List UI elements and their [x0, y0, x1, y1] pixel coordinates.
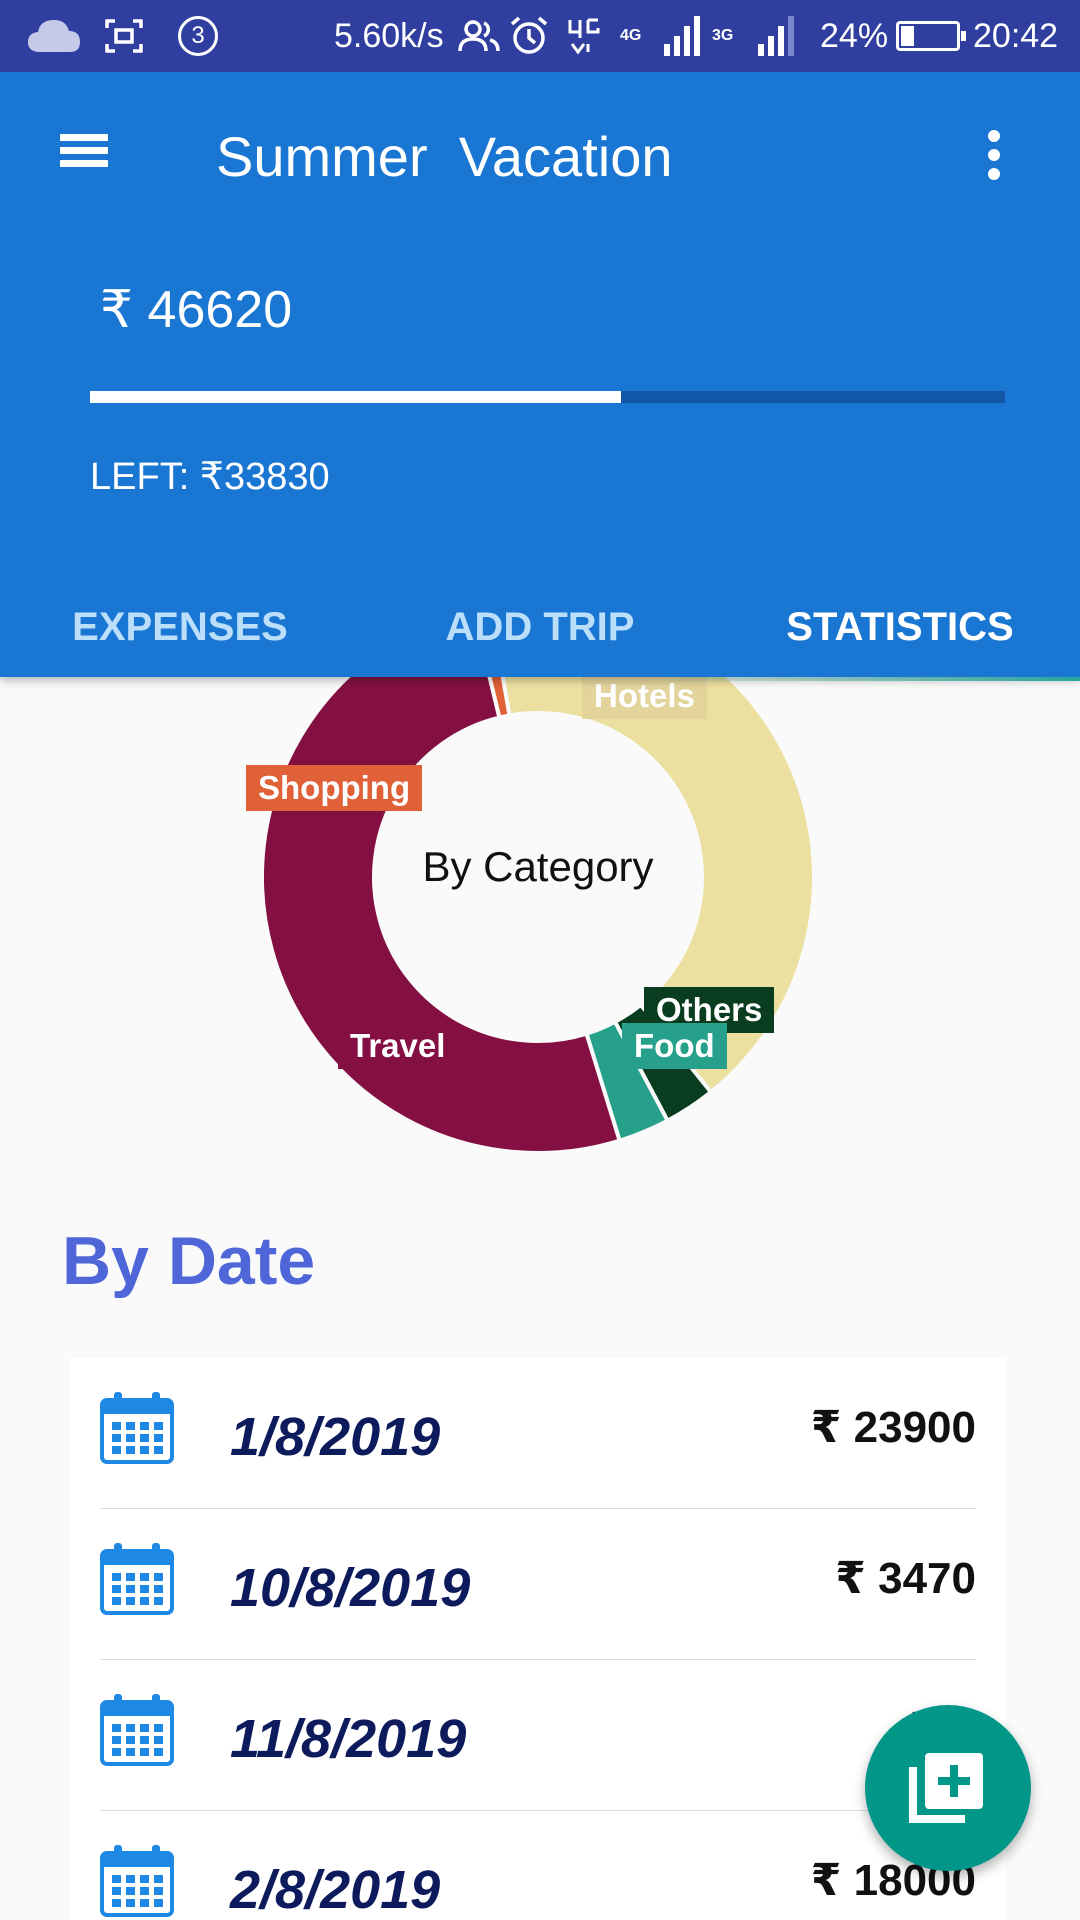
- slice-label-travel: Travel: [338, 1023, 458, 1069]
- cloud-icon: [26, 0, 82, 72]
- category-donut-chart: By Category Hotels Others Food Travel Sh…: [0, 599, 1080, 1197]
- slice-label-shopping: Shopping: [246, 765, 423, 811]
- calendar-icon: [100, 1845, 174, 1917]
- clock-time: 20:42: [973, 16, 1059, 55]
- donut-svg: [260, 599, 816, 1155]
- total-amount: ₹ 46620: [100, 281, 293, 339]
- net-3g-label: 3G: [712, 27, 734, 44]
- tab-expenses[interactable]: EXPENSES: [0, 577, 360, 677]
- by-date-heading: By Date: [62, 1223, 316, 1299]
- calendar-icon: [100, 1694, 174, 1766]
- contacts-icon: [458, 0, 500, 72]
- date-amount: ₹ 3470: [835, 1554, 976, 1603]
- chart-title: By Category: [422, 843, 654, 890]
- network-speed: 5.60k/s: [334, 16, 444, 55]
- tab-statistics[interactable]: STATISTICS: [720, 577, 1080, 677]
- battery-percent: 24%: [820, 16, 889, 55]
- calendar-icon: [100, 1543, 174, 1615]
- screenshot-icon: [104, 0, 144, 72]
- donut-slice-travel[interactable]: [260, 606, 623, 1155]
- date-row[interactable]: 2/8/2019 ₹ 18000: [100, 1811, 976, 1920]
- status-bar: 3 5.60k/s 4G 3G 24% 20:42: [0, 0, 1080, 72]
- signal-icon: [756, 0, 800, 72]
- tab-indicator: [660, 677, 1080, 681]
- date-text: 2/8/2019: [230, 1860, 441, 1920]
- menu-icon[interactable]: [60, 134, 108, 174]
- alarm-icon: [508, 0, 550, 72]
- slice-label-food: Food: [622, 1023, 727, 1069]
- notification-count-badge: 3: [178, 0, 218, 72]
- library-add-icon: [909, 1753, 983, 1823]
- date-row[interactable]: 1/8/2019 ₹ 23900: [100, 1358, 976, 1509]
- budget-progress-bar: [90, 391, 1005, 403]
- trip-title: Summer Vacation: [216, 125, 673, 188]
- tab-bar: EXPENSES ADD TRIP STATISTICS: [0, 577, 1080, 677]
- date-text: 11/8/2019: [230, 1709, 467, 1769]
- date-row[interactable]: 11/8/2019 ₹ 1: [100, 1660, 976, 1811]
- date-amount: ₹ 23900: [810, 1403, 976, 1452]
- left-amount: LEFT: ₹33830: [90, 456, 330, 498]
- budget-progress-fill: [90, 391, 621, 403]
- volte-icon: [566, 0, 602, 72]
- signal-icon: [662, 0, 706, 72]
- add-expense-fab[interactable]: [865, 1705, 1031, 1871]
- date-row[interactable]: 10/8/2019 ₹ 3470: [100, 1509, 976, 1660]
- app-bar: Summer Vacation ₹ 46620 LEFT: ₹33830 EXP…: [0, 72, 1080, 681]
- calendar-icon: [100, 1392, 174, 1464]
- more-options-icon[interactable]: [980, 130, 1008, 180]
- tab-add-trip[interactable]: ADD TRIP: [360, 577, 720, 677]
- battery-icon: [896, 0, 966, 72]
- net-4g-label: 4G: [620, 27, 642, 44]
- date-text: 1/8/2019: [230, 1407, 441, 1467]
- date-text: 10/8/2019: [230, 1558, 471, 1618]
